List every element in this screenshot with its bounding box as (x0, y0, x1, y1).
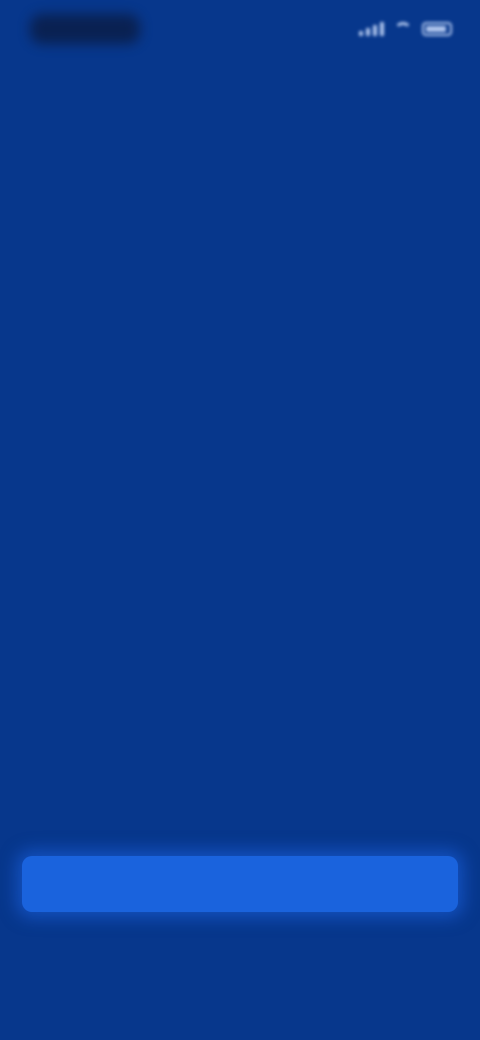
status-time-block (30, 14, 140, 44)
paragraph-line (22, 220, 442, 242)
page-title (0, 68, 480, 98)
description-paragraph (22, 220, 458, 360)
info-line (22, 432, 152, 454)
signal-icon (359, 22, 384, 36)
info-line (22, 370, 242, 392)
paragraph-line (22, 276, 458, 298)
primary-button[interactable] (22, 856, 458, 912)
paragraph-line (22, 248, 452, 270)
status-icons (359, 22, 452, 36)
paragraph-line (22, 332, 92, 354)
wifi-icon (394, 22, 412, 36)
secondary-link[interactable] (0, 940, 480, 968)
content-heading (22, 172, 382, 202)
status-bar (0, 0, 480, 62)
screen (0, 0, 480, 1040)
battery-icon (422, 22, 452, 36)
paragraph-line (22, 304, 402, 326)
